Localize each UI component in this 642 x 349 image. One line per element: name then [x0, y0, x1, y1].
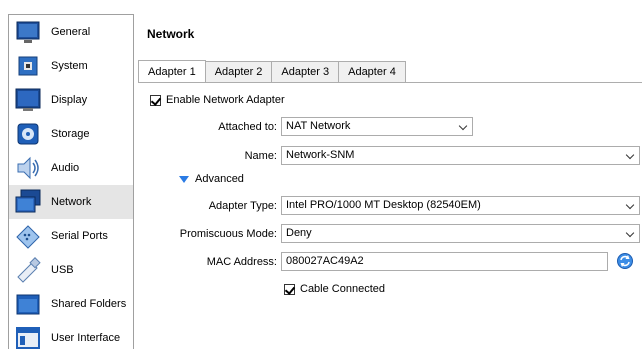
enable-adapter-label: Enable Network Adapter — [166, 94, 285, 106]
network-icon — [15, 189, 41, 215]
advanced-label: Advanced — [195, 173, 244, 185]
system-icon — [15, 53, 41, 79]
sidebar-item-storage[interactable]: Storage — [9, 117, 133, 151]
enable-adapter-row[interactable]: Enable Network Adapter — [150, 94, 285, 106]
adapter-type-select[interactable]: Intel PRO/1000 MT Desktop (82540EM) — [281, 196, 640, 215]
sidebar-item-system[interactable]: System — [9, 49, 133, 83]
promiscuous-mode-label: Promiscuous Mode: — [179, 228, 277, 240]
page-title: Network — [147, 27, 195, 41]
sidebar-item-usb[interactable]: USB — [9, 253, 133, 287]
name-select[interactable]: Network-SNM — [281, 146, 640, 165]
sidebar-item-shared-folders[interactable]: Shared Folders — [9, 287, 133, 321]
sidebar-item-serial-ports[interactable]: Serial Ports — [9, 219, 133, 253]
general-icon — [15, 19, 41, 45]
attached-to-value: NAT Network — [286, 120, 351, 132]
tab-adapter-4[interactable]: Adapter 4 — [338, 61, 406, 82]
cable-connected-label: Cable Connected — [300, 283, 386, 295]
sidebar-item-network[interactable]: Network — [9, 185, 133, 219]
sidebar-item-label: Storage — [51, 128, 90, 140]
adapter-type-value: Intel PRO/1000 MT Desktop (82540EM) — [286, 199, 481, 211]
refresh-mac-button[interactable] — [616, 252, 634, 270]
sidebar-item-label: Shared Folders — [51, 298, 127, 310]
storage-icon — [15, 121, 41, 147]
promiscuous-mode-select[interactable]: Deny — [281, 224, 640, 243]
serial-ports-icon — [15, 223, 41, 249]
tab-adapter-2[interactable]: Adapter 2 — [204, 61, 273, 82]
attached-to-label: Attached to: — [218, 121, 277, 133]
display-icon — [15, 87, 41, 113]
adapter-type-label: Adapter Type: — [208, 200, 277, 212]
usb-icon — [15, 257, 41, 283]
sidebar-item-label: Network — [51, 196, 92, 208]
sidebar-item-general[interactable]: General — [9, 15, 133, 49]
name-label: Name: — [244, 150, 277, 162]
chevron-down-icon — [625, 150, 635, 160]
sidebar-item-label: User Interface — [51, 332, 121, 344]
sidebar-item-audio[interactable]: Audio — [9, 151, 133, 185]
attached-to-select[interactable]: NAT Network — [281, 117, 473, 136]
network-settings-panel: Network Adapter 1 Adapter 2 Adapter 3 Ad… — [134, 14, 642, 349]
chevron-down-icon — [625, 228, 635, 238]
chevron-down-icon — [458, 121, 468, 131]
refresh-icon — [617, 253, 633, 269]
sidebar-item-display[interactable]: Display — [9, 83, 133, 117]
settings-sidebar: General System Display Storage Audio Net… — [8, 14, 134, 349]
cable-connected-row[interactable]: Cable Connected — [284, 283, 385, 295]
expand-triangle-icon — [179, 175, 189, 183]
cable-connected-checkbox[interactable] — [284, 283, 295, 295]
shared-folders-icon — [15, 291, 41, 317]
sidebar-item-label: Display — [51, 94, 88, 106]
enable-adapter-checkbox[interactable] — [150, 94, 161, 106]
user-interface-icon — [15, 325, 41, 349]
promiscuous-mode-value: Deny — [286, 227, 312, 239]
sidebar-item-label: General — [51, 26, 91, 38]
sidebar-item-label: Audio — [51, 162, 80, 174]
advanced-toggle[interactable]: Advanced — [179, 173, 244, 185]
tab-adapter-1[interactable]: Adapter 1 — [138, 60, 206, 82]
tab-divider — [138, 82, 642, 83]
name-value: Network-SNM — [286, 149, 355, 161]
adapter-tabs: Adapter 1 Adapter 2 Adapter 3 Adapter 4 — [138, 60, 406, 82]
sidebar-item-user-interface[interactable]: User Interface — [9, 321, 133, 349]
sidebar-item-label: USB — [51, 264, 74, 276]
sidebar-item-label: Serial Ports — [51, 230, 108, 242]
sidebar-item-label: System — [51, 60, 88, 72]
tab-adapter-3[interactable]: Adapter 3 — [271, 61, 340, 82]
mac-address-field[interactable]: 080027AC49A2 — [281, 252, 608, 271]
mac-address-value: 080027AC49A2 — [286, 255, 364, 267]
chevron-down-icon — [625, 200, 635, 210]
audio-icon — [15, 155, 41, 181]
mac-address-label: MAC Address: — [206, 256, 277, 268]
